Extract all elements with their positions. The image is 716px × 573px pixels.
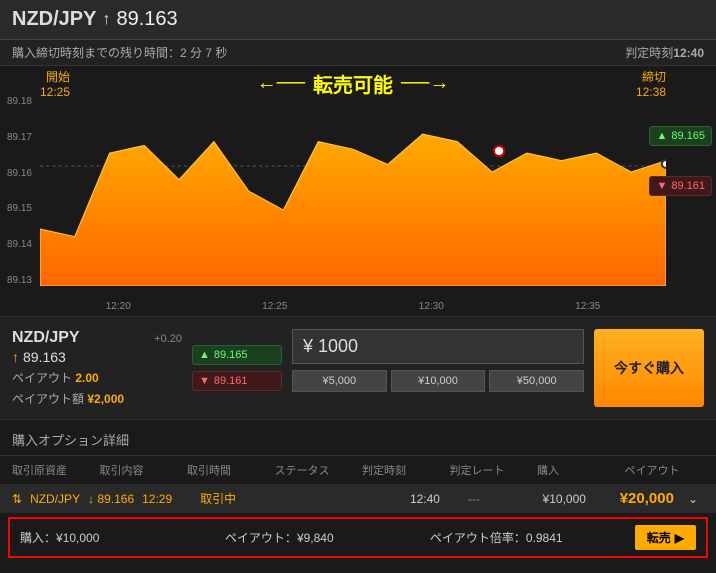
resell-box: 購入：¥10,000 ペイアウト：¥9,840 ペイアウト倍率：0.9841 転… bbox=[8, 517, 708, 558]
order-pair: NZD/JPY bbox=[12, 329, 80, 347]
up-arrow-icon: ▲ bbox=[199, 349, 210, 361]
pair-name: NZD/JPY bbox=[12, 8, 96, 31]
amount-input[interactable] bbox=[292, 329, 584, 364]
buy-now-button[interactable]: 今すぐ購入 bbox=[594, 329, 704, 407]
order-price-up-button[interactable]: ▲ 89.165 bbox=[192, 345, 282, 365]
pos-judge: 12:40 bbox=[410, 492, 460, 506]
arrow-left-icon: ←── bbox=[257, 72, 305, 95]
pos-buy: ¥10,000 bbox=[516, 492, 586, 506]
order-price-buttons: ▲ 89.165 ▼ 89.161 bbox=[192, 329, 282, 407]
current-rate: 89.163 bbox=[116, 8, 177, 31]
main-header: NZD/JPY ↑ 89.163 bbox=[0, 0, 716, 40]
up-arrow-icon: ▲ bbox=[656, 130, 667, 142]
resell-annotation: ←── 転売可能 ──→ bbox=[257, 69, 450, 98]
pos-time: 12:29 bbox=[142, 492, 192, 506]
judge-time: 判定時刻12:40 bbox=[625, 44, 704, 61]
payout-amount-line: ペイアウト額 ¥2,000 bbox=[12, 390, 182, 407]
play-icon: ▶ bbox=[675, 531, 684, 545]
col-judge-rate: 判定レート bbox=[450, 462, 530, 478]
preset-10000[interactable]: ¥10,000 bbox=[391, 370, 486, 392]
resell-button[interactable]: 転売 ▶ bbox=[635, 525, 696, 550]
preset-50000[interactable]: ¥50,000 bbox=[489, 370, 584, 392]
pos-payout: ¥20,000 bbox=[594, 490, 674, 507]
pos-dir-rate: ↓ 89.166 bbox=[88, 492, 134, 506]
countdown-text: 購入締切時刻までの残り時間：2 分 7 秒 bbox=[12, 44, 227, 61]
expand-icon[interactable]: ⌄ bbox=[682, 492, 704, 506]
amount-presets: ¥5,000 ¥10,000 ¥50,000 bbox=[292, 370, 584, 392]
position-row[interactable]: ⇅ NZD/JPY ↓ 89.166 12:29 取引中 12:40 --- ¥… bbox=[0, 484, 716, 513]
chart-annotations: 開始 12:25 ←── 転売可能 ──→ 締切 12:38 bbox=[40, 68, 666, 99]
resell-buy: 購入：¥10,000 bbox=[20, 529, 225, 546]
order-price-down-button[interactable]: ▼ 89.161 bbox=[192, 371, 282, 391]
col-buy: 購入 bbox=[537, 462, 617, 478]
col-payout: ペイアウト bbox=[625, 462, 705, 478]
chart-price-up-button[interactable]: ▲ 89.165 bbox=[649, 126, 712, 146]
start-annotation: 開始 12:25 bbox=[40, 68, 70, 99]
down-arrow-icon: ▼ bbox=[656, 180, 667, 192]
up-arrow-icon: ↑ bbox=[102, 11, 110, 29]
y-axis: 89.18 89.17 89.16 89.15 89.14 89.13 bbox=[0, 96, 36, 286]
chart-price-down-button[interactable]: ▼ 89.161 bbox=[649, 176, 712, 196]
details-column-headers: 取引原資産 取引内容 取引時間 ステータス 判定時刻 判定レート 購入 ペイアウ… bbox=[0, 455, 716, 484]
delta: +0.20 bbox=[154, 333, 182, 345]
pos-status: 取引中 bbox=[200, 490, 402, 507]
resell-payout: ペイアウト：¥9,840 bbox=[225, 529, 430, 546]
col-status: ステータス bbox=[275, 462, 355, 478]
col-content: 取引内容 bbox=[100, 462, 180, 478]
preset-5000[interactable]: ¥5,000 bbox=[292, 370, 387, 392]
up-arrow-icon: ↑ bbox=[12, 349, 19, 365]
price-chart bbox=[40, 96, 666, 286]
payout-line: ペイアウト 2.00 bbox=[12, 369, 182, 386]
down-arrow-icon: ▼ bbox=[199, 375, 210, 387]
amount-area: ¥5,000 ¥10,000 ¥50,000 bbox=[292, 329, 584, 407]
col-judge-time: 判定時刻 bbox=[362, 462, 442, 478]
subheader: 購入締切時刻までの残り時間：2 分 7 秒 判定時刻12:40 bbox=[0, 40, 716, 66]
pos-pair: NZD/JPY bbox=[30, 492, 80, 506]
deadline-annotation: 締切 12:38 bbox=[636, 68, 666, 99]
col-asset: 取引原資産 bbox=[12, 462, 92, 478]
position-icon: ⇅ bbox=[12, 492, 22, 506]
order-rate: ↑ 89.163 bbox=[12, 349, 182, 365]
pos-judge-rate: --- bbox=[468, 492, 508, 506]
details-header: 購入オプション詳細 bbox=[0, 420, 716, 455]
x-axis: 12:20 12:25 12:30 12:35 bbox=[40, 301, 666, 312]
order-info: NZD/JPY +0.20 ↑ 89.163 ペイアウト 2.00 ペイアウト額… bbox=[12, 329, 182, 407]
chart-price-buttons: ▲ 89.165 ▼ 89.161 bbox=[649, 126, 712, 196]
chart-area: 開始 12:25 ←── 転売可能 ──→ 締切 12:38 89.18 89.… bbox=[0, 66, 716, 316]
col-time: 取引時間 bbox=[187, 462, 267, 478]
resell-ratio: ペイアウト倍率：0.9841 bbox=[430, 529, 635, 546]
arrow-right-icon: ──→ bbox=[401, 72, 449, 95]
order-panel: NZD/JPY +0.20 ↑ 89.163 ペイアウト 2.00 ペイアウト額… bbox=[0, 316, 716, 420]
